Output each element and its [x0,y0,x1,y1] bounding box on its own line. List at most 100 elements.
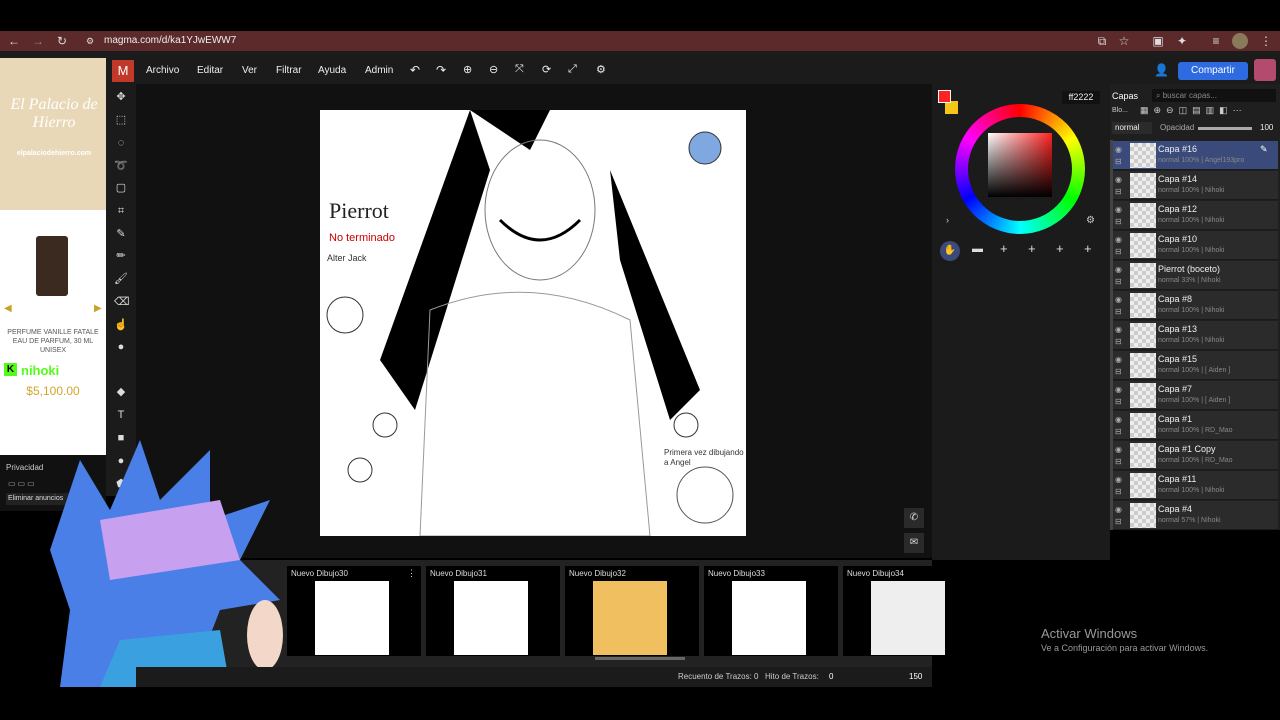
call-icon[interactable]: ✆ [904,508,924,528]
zoom-out-icon[interactable]: ⊖ [489,63,498,76]
layers-scrollbar[interactable] [1110,140,1113,530]
menu-ver[interactable]: Ver [242,65,257,76]
back-icon[interactable]: ← [6,33,22,49]
crop-icon[interactable]: ⌗ [114,204,128,218]
select-ellipse-icon[interactable]: ◌ [114,136,128,150]
drawing-card[interactable]: Nuevo Dibujo32 [565,566,699,656]
menu-archivo[interactable]: Archivo [146,65,179,76]
redo-icon[interactable]: ↷ [436,63,446,77]
bookmark-star-icon[interactable]: ☆ [1116,33,1132,49]
layer-lock-icon[interactable]: ⊟ [1115,247,1122,256]
drawing-card[interactable]: Nuevo Dibujo30 ⋮ [287,566,421,656]
select-rect-icon[interactable]: ⬚ [114,113,128,127]
chat-icon[interactable]: ✉ [904,533,924,553]
fullscreen-icon[interactable]: ⤢ [568,63,577,76]
menu-filtrar[interactable]: Filtrar [276,65,302,76]
share-button[interactable]: Compartir [1178,62,1248,80]
visibility-eye-icon[interactable]: ◉ [1115,205,1122,214]
blend-mode-select[interactable]: normal [1112,122,1152,134]
layer-row[interactable]: ◉ ⊟ Capa #10 normal 100% | Nihoki [1110,231,1278,260]
drawing-card[interactable]: Nuevo Dibujo31 [426,566,560,656]
layer-lock-icon[interactable]: ⊟ [1115,217,1122,226]
drawing-card[interactable]: Nuevo Dibujo34 [843,566,977,656]
layer-row[interactable]: ◉ ⊟ Capa #1 Copy normal 100% | RD_Mao [1110,441,1278,470]
visibility-eye-icon[interactable]: ◉ [1115,385,1122,394]
visibility-eye-icon[interactable]: ◉ [1115,355,1122,364]
move-tool-icon[interactable]: ✥ [114,90,128,104]
layer-lock-icon[interactable]: ⊟ [1115,517,1122,526]
ad-control-icons[interactable]: ▭▭▭ [8,479,37,488]
saturation-square[interactable] [988,133,1052,197]
fit-icon[interactable]: ⤧ [515,63,524,76]
layer-row[interactable]: ◉ ⊟ Capa #15 normal 100% | [ Aiden ] [1110,351,1278,380]
site-info-icon[interactable]: ⚙ [82,33,98,49]
lasso-icon[interactable]: ➰ [114,159,128,173]
settings-icon[interactable]: ⚙ [596,63,606,76]
ad-prev-icon[interactable]: ◀ [4,303,12,314]
paint-bucket-icon[interactable]: ◆ [114,385,128,399]
text-tool-icon[interactable]: T [114,408,128,422]
forward-icon[interactable]: → [30,33,46,49]
puzzle-icon[interactable]: ✦ [1174,33,1190,49]
primary-color-swatch[interactable] [938,90,951,103]
add-slot-6-icon[interactable]: + [1084,241,1092,256]
visibility-eye-icon[interactable]: ◉ [1115,265,1122,274]
layer-lock-icon[interactable]: ⊟ [1115,427,1122,436]
ad-banner[interactable] [0,58,106,210]
strip-scrollbar[interactable] [595,657,685,660]
rotate-icon[interactable]: ⟳ [542,63,551,76]
layer-lock-icon[interactable]: ⊟ [1115,277,1122,286]
user-avatar[interactable] [1254,59,1276,81]
edit-layer-icon[interactable]: ✎ [1260,144,1268,155]
layer-row[interactable]: ◉ ⊟ Pierrot (boceto) normal 33% | Nihoki [1110,261,1278,290]
transform-icon[interactable]: ▢ [114,181,128,195]
visibility-eye-icon[interactable]: ◉ [1115,505,1122,514]
layer-action-icons[interactable]: ▦⊕⊖◫▤▥◧⋯ [1140,105,1276,116]
layer-row[interactable]: ◉ ⊟ Capa #1 normal 100% | RD_Mao [1110,411,1278,440]
layer-row[interactable]: ◉ ⊟ Capa #12 normal 100% | Nihoki [1110,201,1278,230]
drawing-canvas[interactable] [320,110,746,537]
eraser-icon[interactable]: ⌫ [114,295,130,309]
menu-editar[interactable]: Editar [197,65,223,76]
install-icon[interactable]: ⧉ [1094,33,1110,49]
ad-next-icon[interactable]: ▶ [94,303,102,314]
layer-row[interactable]: ◉ ⊟ Capa #13 normal 100% | Nihoki [1110,321,1278,350]
drawing-menu-icon[interactable]: ⋮ [407,568,416,579]
url-bar[interactable]: magma.com/d/ka1YJwEWW7 [104,35,236,46]
visibility-eye-icon[interactable]: ◉ [1115,415,1122,424]
add-slot-3-icon[interactable]: + [1000,241,1008,256]
undo-icon[interactable]: ↶ [410,63,420,77]
layer-row[interactable]: ◉ ⊟ Capa #4 normal 57% | Nihoki [1110,501,1278,530]
add-user-icon[interactable]: 👤 [1154,63,1169,77]
opacity-slider[interactable] [1198,127,1252,130]
layer-row[interactable]: ◉ ⊟ Capa #11 normal 100% | Nihoki [1110,471,1278,500]
reload-icon[interactable]: ↻ [54,33,70,49]
color-hex-input[interactable]: ff2222 [1062,91,1100,104]
layers-tab[interactable]: Capas [1112,91,1138,101]
downloads-icon[interactable]: ≡ [1208,33,1224,49]
menu-ayuda[interactable]: Ayuda [318,65,346,76]
brush-icon[interactable]: 🖌 [114,272,128,286]
drawing-card[interactable]: Nuevo Dibujo33 [704,566,838,656]
visibility-eye-icon[interactable]: ◉ [1115,295,1122,304]
layer-lock-icon[interactable]: ⊟ [1115,187,1122,196]
menu-admin[interactable]: Admin [365,65,393,76]
hand-tool-icon[interactable]: ✋ [940,241,960,261]
add-slot-4-icon[interactable]: + [1028,241,1036,256]
extension-icon[interactable]: ▣ [1150,33,1166,49]
visibility-eye-icon[interactable]: ◉ [1115,175,1122,184]
layer-row[interactable]: ◉ ⊟ Capa #7 normal 100% | [ Aiden ] [1110,381,1278,410]
blur-icon[interactable]: ● [114,340,128,354]
layer-row[interactable]: ◉ ⊟ Capa #16 normal 100% | Angel193pro ✎ [1110,141,1278,170]
layer-row[interactable]: ◉ ⊟ Capa #14 normal 100% | Nihoki [1110,171,1278,200]
visibility-eye-icon[interactable]: ◉ [1115,325,1122,334]
visibility-eye-icon[interactable]: ◉ [1115,475,1122,484]
layer-lock-icon[interactable]: ⊟ [1115,457,1122,466]
color-settings-icon[interactable]: ⚙ [1086,215,1095,226]
layer-row[interactable]: ◉ ⊟ Capa #8 normal 100% | Nihoki [1110,291,1278,320]
visibility-eye-icon[interactable]: ◉ [1115,445,1122,454]
profile-avatar[interactable] [1232,33,1248,49]
expand-arrow-icon[interactable]: › [946,215,949,225]
browser-menu-icon[interactable]: ⋮ [1258,33,1274,49]
add-slot-5-icon[interactable]: + [1056,241,1064,256]
